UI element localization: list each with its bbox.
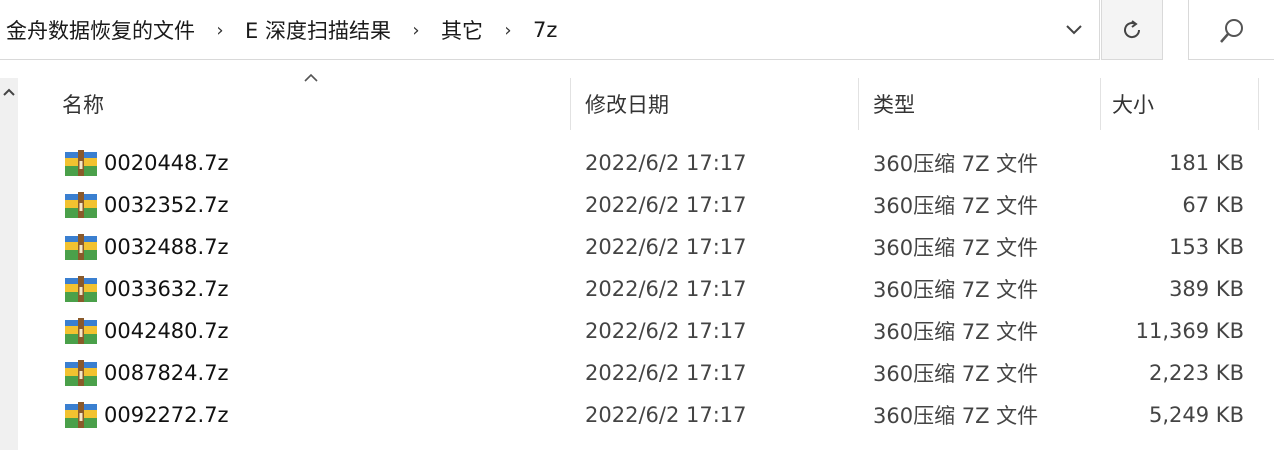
file-date: 2022/6/2 17:17 <box>585 277 747 301</box>
file-type: 360压缩 7Z 文件 <box>873 320 1039 344</box>
column-divider[interactable] <box>1258 78 1259 130</box>
file-name: 0020448.7z <box>104 151 229 175</box>
breadcrumb-item[interactable]: 7z <box>531 18 559 42</box>
column-header-label: 大小 <box>1112 93 1154 117</box>
chevron-right-icon[interactable]: › <box>485 20 531 41</box>
file-date: 2022/6/2 17:17 <box>585 193 747 217</box>
file-name: 0032488.7z <box>104 235 229 259</box>
refresh-button[interactable] <box>1101 0 1163 60</box>
file-size: 181 KB <box>1169 151 1244 175</box>
search-input[interactable] <box>1188 0 1274 60</box>
file-size: 153 KB <box>1169 235 1244 259</box>
file-row[interactable]: 0033632.7z 2022/6/2 17:17 360压缩 7Z 文件 38… <box>40 268 1260 310</box>
file-name: 0042480.7z <box>104 319 229 343</box>
file-name: 0032352.7z <box>104 193 229 217</box>
archive-icon <box>65 402 97 428</box>
file-row[interactable]: 0020448.7z 2022/6/2 17:17 360压缩 7Z 文件 18… <box>40 142 1260 184</box>
column-header-name[interactable]: 名称 <box>62 78 562 130</box>
file-size: 67 KB <box>1182 193 1244 217</box>
file-date: 2022/6/2 17:17 <box>585 319 747 343</box>
breadcrumb-item[interactable]: 其它 <box>439 15 485 45</box>
file-name: 0033632.7z <box>104 277 229 301</box>
file-size: 389 KB <box>1169 277 1244 301</box>
file-row[interactable]: 0032352.7z 2022/6/2 17:17 360压缩 7Z 文件 67… <box>40 184 1260 226</box>
column-divider[interactable] <box>1100 78 1101 130</box>
file-type: 360压缩 7Z 文件 <box>873 404 1039 428</box>
file-date: 2022/6/2 17:17 <box>585 151 747 175</box>
column-header-label: 类型 <box>873 93 915 117</box>
file-name: 0087824.7z <box>104 361 229 385</box>
file-date: 2022/6/2 17:17 <box>585 403 747 427</box>
file-date: 2022/6/2 17:17 <box>585 235 747 259</box>
scrollbar[interactable] <box>0 78 18 450</box>
archive-icon <box>65 150 97 176</box>
address-bar[interactable]: 金舟数据恢复的文件 › E 深度扫描结果 › 其它 › 7z <box>0 0 1100 60</box>
file-name: 0092272.7z <box>104 403 229 427</box>
refresh-icon <box>1124 19 1141 38</box>
file-size: 5,249 KB <box>1149 403 1244 427</box>
column-header-date[interactable]: 修改日期 <box>585 78 855 130</box>
file-type: 360压缩 7Z 文件 <box>873 278 1039 302</box>
file-type: 360压缩 7Z 文件 <box>873 362 1039 386</box>
column-header-type[interactable]: 类型 <box>873 78 1098 130</box>
archive-icon <box>65 318 97 344</box>
chevron-down-icon <box>1066 25 1082 35</box>
file-size: 11,369 KB <box>1135 319 1244 343</box>
file-date: 2022/6/2 17:17 <box>585 361 747 385</box>
chevron-right-icon[interactable]: › <box>197 20 243 41</box>
archive-icon <box>65 276 97 302</box>
file-row[interactable]: 0087824.7z 2022/6/2 17:17 360压缩 7Z 文件 2,… <box>40 352 1260 394</box>
column-header-label: 名称 <box>62 93 104 117</box>
scroll-up-icon[interactable] <box>0 82 18 102</box>
column-divider[interactable] <box>570 78 571 130</box>
archive-icon <box>65 192 97 218</box>
file-row[interactable]: 0032488.7z 2022/6/2 17:17 360压缩 7Z 文件 15… <box>40 226 1260 268</box>
column-divider[interactable] <box>858 78 859 130</box>
file-type: 360压缩 7Z 文件 <box>873 236 1039 260</box>
archive-icon <box>65 234 97 260</box>
column-header-label: 修改日期 <box>585 93 669 117</box>
file-type: 360压缩 7Z 文件 <box>873 194 1039 218</box>
column-header-size[interactable]: 大小 <box>1112 78 1252 130</box>
file-row[interactable]: 0092272.7z 2022/6/2 17:17 360压缩 7Z 文件 5,… <box>40 394 1260 436</box>
address-history-button[interactable] <box>1052 8 1096 52</box>
file-size: 2,223 KB <box>1149 361 1244 385</box>
chevron-right-icon[interactable]: › <box>393 20 439 41</box>
file-type: 360压缩 7Z 文件 <box>873 152 1039 176</box>
file-row[interactable]: 0042480.7z 2022/6/2 17:17 360压缩 7Z 文件 11… <box>40 310 1260 352</box>
breadcrumb: 金舟数据恢复的文件 › E 深度扫描结果 › 其它 › 7z <box>4 0 559 60</box>
archive-icon <box>65 360 97 386</box>
breadcrumb-item[interactable]: 金舟数据恢复的文件 <box>4 15 197 45</box>
breadcrumb-item[interactable]: E 深度扫描结果 <box>243 15 393 45</box>
search-icon <box>1220 19 1243 43</box>
